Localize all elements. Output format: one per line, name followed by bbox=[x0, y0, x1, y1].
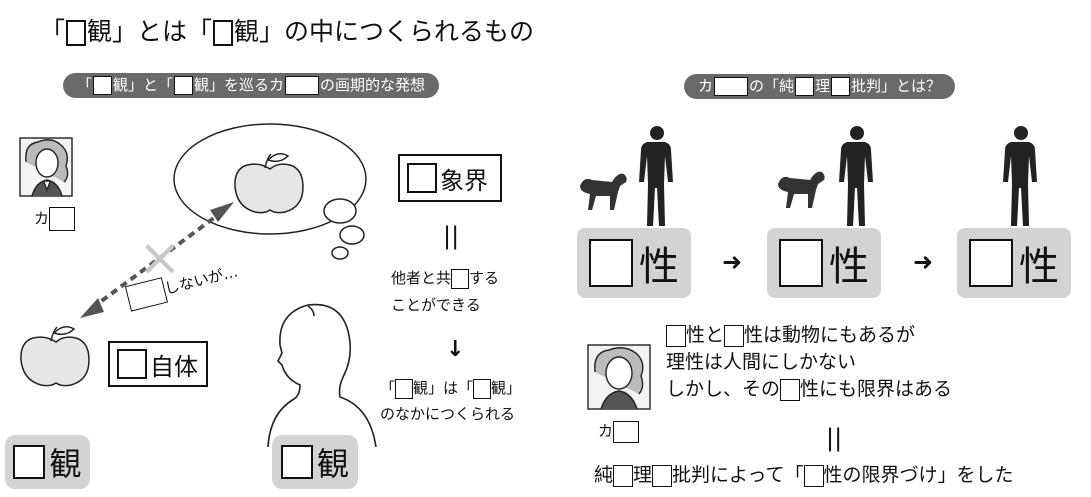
kant-portrait-icon bbox=[587, 344, 651, 410]
blank-box bbox=[779, 239, 823, 287]
thing-itself-box: 自体 bbox=[108, 341, 208, 387]
blank-box bbox=[49, 207, 76, 231]
faculty-box-3: 性 bbox=[957, 228, 1071, 298]
right-arrow-icon: ➜ bbox=[722, 248, 743, 276]
created-text: 「観」は「 観」 のなかにつくられる bbox=[380, 378, 522, 423]
blank-box bbox=[451, 268, 470, 289]
blank-box bbox=[589, 239, 633, 287]
blank-box bbox=[473, 378, 492, 399]
kant-label: カ bbox=[598, 420, 640, 443]
dog-icon bbox=[778, 171, 825, 208]
faculty-box-1: 性 bbox=[577, 228, 691, 298]
human-silhouette-icon bbox=[839, 126, 873, 226]
apple-icon bbox=[20, 326, 90, 387]
right-arrow-icon: ➜ bbox=[913, 248, 934, 276]
blank-box bbox=[666, 324, 686, 347]
parallel-mark: || bbox=[443, 222, 460, 250]
blank-box bbox=[780, 378, 801, 401]
blank-box bbox=[13, 445, 46, 479]
down-arrow-icon: ↓ bbox=[446, 337, 465, 362]
kant-label: カ bbox=[34, 207, 76, 231]
blank-box bbox=[969, 239, 1013, 287]
dog-icon bbox=[580, 173, 627, 210]
human-silhouette-icon bbox=[1003, 126, 1037, 226]
blank-box bbox=[613, 464, 634, 487]
conclusion-text: 純理批判によって「 性の限界づけ」をした bbox=[594, 464, 1014, 487]
person-head-outline bbox=[267, 303, 377, 448]
phenomenon-box: 象界 bbox=[398, 154, 502, 202]
blank-box bbox=[407, 163, 437, 193]
human-silhouette-icon bbox=[639, 126, 673, 226]
share-text: 他者と共 する ことができる bbox=[391, 268, 500, 314]
right-view-label: 観 bbox=[272, 435, 358, 489]
left-view-label: 観 bbox=[5, 435, 90, 489]
kant-portrait-icon bbox=[19, 137, 73, 197]
blank-box bbox=[724, 324, 745, 347]
blank-box bbox=[395, 378, 414, 399]
blank-box bbox=[280, 445, 313, 479]
explanation-text: 性と 性は動物にもあるが 理性は人間にしかない しかし、その 性にも限界はある bbox=[666, 324, 953, 401]
blank-box bbox=[652, 464, 673, 487]
blank-box bbox=[803, 464, 824, 487]
faculty-box-2: 性 bbox=[767, 228, 881, 298]
blank-box bbox=[117, 349, 147, 379]
parallel-mark: || bbox=[826, 424, 843, 452]
blank-box bbox=[613, 420, 640, 443]
